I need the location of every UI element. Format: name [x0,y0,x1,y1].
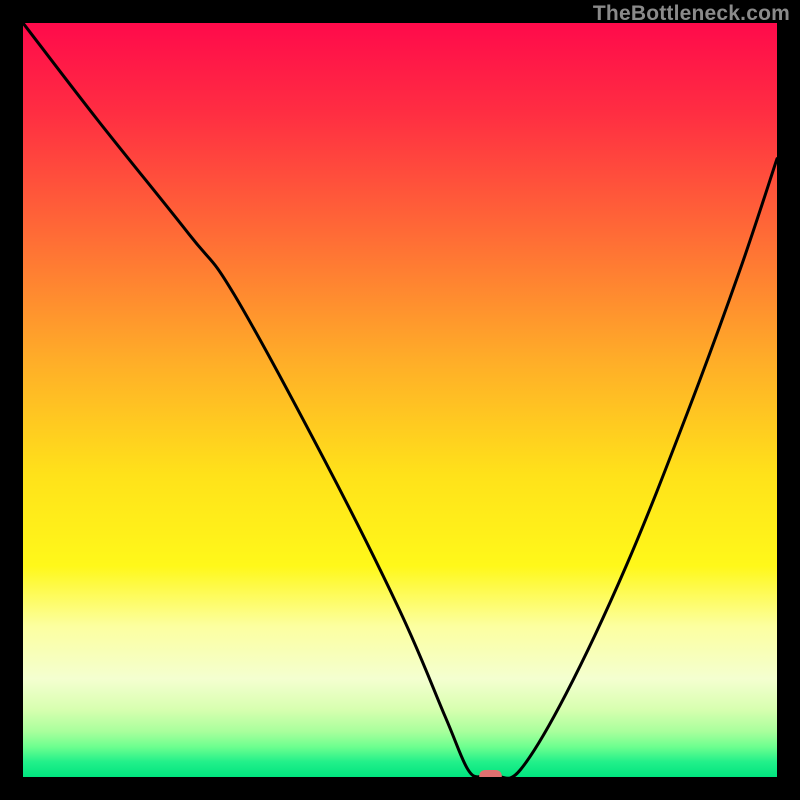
chart-svg [23,23,777,777]
optimal-marker [479,770,502,777]
chart-frame: TheBottleneck.com [0,0,800,800]
plot-area [23,23,777,777]
gradient-background [23,23,777,777]
watermark-text: TheBottleneck.com [593,2,790,26]
